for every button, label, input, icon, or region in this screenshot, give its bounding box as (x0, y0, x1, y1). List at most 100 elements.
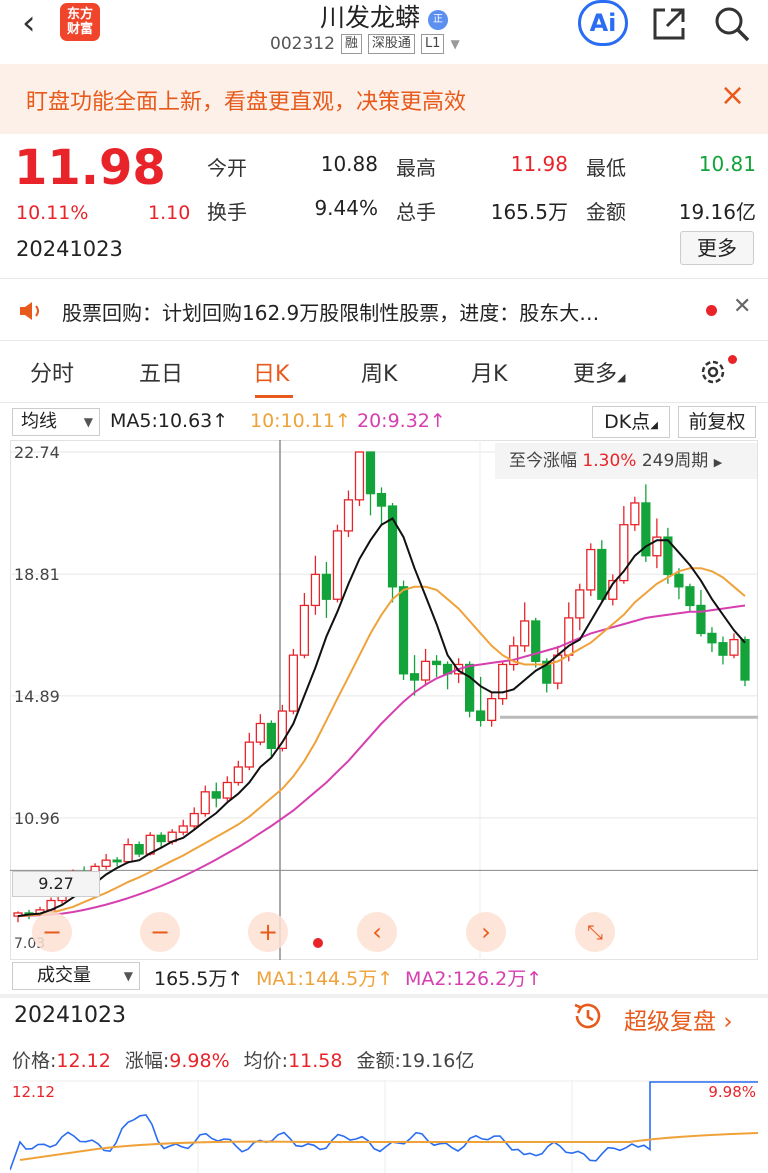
volume-ma2: MA2:126.2万↑ (405, 968, 543, 990)
kline-chart[interactable]: 22.7418.8114.8910.967.03 (10, 440, 758, 960)
candle-down (674, 573, 684, 588)
candle-up (487, 697, 497, 722)
promo-banner[interactable]: 盯盘功能全面上新，看盘更直观，决策更高效 × (0, 64, 768, 134)
tag-margin: 融 (340, 34, 362, 54)
chevron-right-icon[interactable]: › (466, 912, 506, 952)
turnover-value: 9.44% (314, 196, 378, 220)
y-axis-label: 14.89 (14, 687, 60, 706)
ai-assistant-button[interactable]: Ai (578, 0, 628, 46)
fullscreen-icon[interactable]: ⤡ (575, 912, 615, 952)
ma20-value: 20:9.32↑ (357, 410, 446, 432)
turnover-label: 换手 (207, 200, 247, 224)
zoom-out-button[interactable]: − (140, 912, 180, 952)
candle-down (266, 722, 276, 749)
low-label: 最低 (586, 156, 626, 180)
mini-pct-label: 9.98% (708, 1083, 756, 1101)
high-value: 11.98 (510, 152, 568, 176)
y-axis-label: 10.96 (14, 809, 60, 828)
replay-date: 20241023 (14, 1003, 126, 1028)
candle-down (156, 834, 166, 843)
stock-code: 002312 (270, 34, 335, 54)
volume-indicator-select[interactable]: 成交量 ▼ (12, 962, 140, 990)
amount-label: 金额 (586, 200, 626, 224)
chevron-right-icon: › (723, 1009, 733, 1035)
chevron-down-icon: ▼ (83, 415, 93, 429)
caret-icon: ◢ (617, 371, 626, 384)
divider (0, 402, 768, 403)
triangle-right-icon: ▶ (713, 456, 723, 469)
chevron-down-icon[interactable]: ▼ (450, 37, 459, 51)
ma10-value: 10:10.11↑ (250, 410, 351, 432)
candle-up (498, 663, 508, 700)
search-icon[interactable] (712, 4, 752, 44)
super-replay-link[interactable]: 超级复盘 › (624, 1002, 733, 1036)
tab-weekly-k[interactable]: 周K (361, 356, 397, 388)
indicator-select[interactable]: 均线 ▼ (12, 408, 100, 436)
candle-down (376, 492, 387, 507)
candle-up (343, 499, 354, 532)
candle-down (465, 663, 475, 712)
replay-info-row: 价格:12.12 涨幅:9.98% 均价:11.58 金额:19.16亿 (12, 1050, 475, 1072)
candle-up (310, 573, 321, 607)
candle-up (575, 589, 585, 619)
candle-up (189, 812, 199, 827)
candle-down (409, 673, 420, 681)
stock-code-row: 002312 融 深股通 L1 ▼ (270, 34, 460, 54)
close-icon[interactable]: × (720, 78, 745, 113)
candle-down (740, 638, 750, 681)
gear-icon[interactable] (697, 356, 729, 388)
tab-more[interactable]: 更多◢ (573, 356, 625, 388)
history-icon[interactable] (572, 1000, 604, 1032)
candle-down (398, 586, 409, 675)
caret-icon: ◢ (650, 420, 658, 431)
candle-up (222, 781, 232, 799)
tab-monthly-k[interactable]: 月K (471, 356, 507, 388)
candle-down (718, 642, 728, 656)
candle-up (288, 654, 298, 712)
speaker-icon (20, 302, 39, 320)
zoom-in-button[interactable]: + (248, 912, 288, 952)
active-tab-indicator (255, 395, 293, 398)
mini-intraday-chart: 12.12 9.98% (10, 1080, 758, 1173)
chevron-down-icon: ▼ (123, 969, 133, 983)
tab-intraday[interactable]: 分时 (30, 356, 74, 388)
adjust-button[interactable]: 前复权 (678, 406, 756, 438)
divider (0, 278, 768, 279)
candle-up (255, 722, 265, 743)
candle-up (564, 617, 574, 656)
top-header: ‹ 东方 财富 川发龙蟒 正 002312 融 深股通 L1 ▼ Ai (0, 0, 768, 62)
candle-up (729, 638, 739, 656)
candle-down (476, 710, 486, 722)
tag-level: L1 (420, 34, 445, 54)
candle-up (630, 502, 640, 526)
candle-up (178, 825, 188, 833)
tab-daily-k[interactable]: 日K (253, 356, 289, 388)
range-change-box[interactable]: 至今涨幅 1.30% 249周期 ▶ (495, 443, 757, 479)
candle-up (586, 548, 596, 591)
share-icon[interactable] (651, 6, 687, 42)
candle-up (354, 451, 365, 501)
candle-down (211, 791, 221, 799)
change-amount: 1.10 (148, 202, 191, 224)
y-axis-label: 22.74 (14, 443, 60, 462)
more-button[interactable]: 更多 (680, 231, 754, 265)
zoom-out-left-button[interactable]: − (32, 912, 72, 952)
volume-ma1: MA1:144.5万↑ (256, 968, 394, 990)
tab-five-day[interactable]: 五日 (139, 356, 183, 388)
dk-point-button[interactable]: DK点◢ (592, 406, 670, 438)
amount-value: 19.16亿 (678, 200, 756, 224)
close-icon[interactable]: ✕ (733, 294, 751, 319)
candle-up (520, 620, 530, 647)
buyback-notice[interactable]: 股票回购：计划回购162.9万股限制性股票，进度：股东大… (62, 297, 599, 326)
open-label: 今开 (207, 156, 247, 180)
candle-down (707, 632, 717, 644)
settings-dot (728, 355, 737, 364)
candle-down (112, 859, 122, 863)
candle-down (597, 548, 607, 600)
crosshair-price-tag: 9.27 (12, 871, 100, 897)
avg-price-line (19, 1132, 758, 1161)
price-line (10, 1081, 758, 1171)
candle-up (233, 766, 243, 784)
candle-down (696, 604, 706, 635)
chevron-left-icon[interactable]: ‹ (357, 912, 397, 952)
